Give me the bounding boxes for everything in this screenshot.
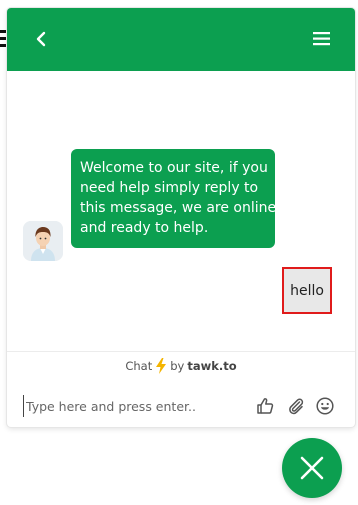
attach-file-button[interactable] xyxy=(286,396,306,416)
agent-message-bubble: Welcome to our site, if you need help si… xyxy=(71,149,277,248)
agent-message-line: and ready to help. xyxy=(80,220,209,236)
emoji-button[interactable] xyxy=(315,396,335,416)
chat-widget: Welcome to our site, if you need help si… xyxy=(7,8,355,427)
user-message-text: hello xyxy=(290,282,324,299)
agent-message-line: this message, we are online xyxy=(80,200,277,216)
thumbs-up-icon xyxy=(257,398,274,414)
menu-button[interactable] xyxy=(311,28,333,50)
close-icon xyxy=(300,456,324,480)
message-composer xyxy=(7,389,355,427)
back-button[interactable] xyxy=(29,26,53,52)
powered-by-branding[interactable]: Chat by tawk.to xyxy=(7,351,355,379)
paperclip-icon xyxy=(289,398,304,415)
thumbs-up-button[interactable] xyxy=(255,396,275,416)
message-input[interactable] xyxy=(23,395,243,417)
chevron-left-icon xyxy=(36,31,46,47)
branding-prefix: Chat xyxy=(125,358,153,373)
chat-header xyxy=(7,8,355,71)
lightning-bolt-icon xyxy=(156,357,167,374)
emoji-icon xyxy=(316,397,334,415)
branding-by: by xyxy=(170,358,185,373)
user-message-bubble: hello xyxy=(282,267,332,314)
page: Welcome to our site, if you need help si… xyxy=(0,0,358,505)
agent-message-line: Welcome to our site, if you xyxy=(80,160,268,176)
hamburger-menu-icon xyxy=(313,32,330,46)
close-chat-button[interactable] xyxy=(282,438,342,498)
agent-message-line: need help simply reply to xyxy=(80,180,259,196)
agent-avatar xyxy=(23,221,63,261)
agent-avatar-icon xyxy=(23,221,63,261)
branding-brand: tawk.to xyxy=(187,358,237,373)
